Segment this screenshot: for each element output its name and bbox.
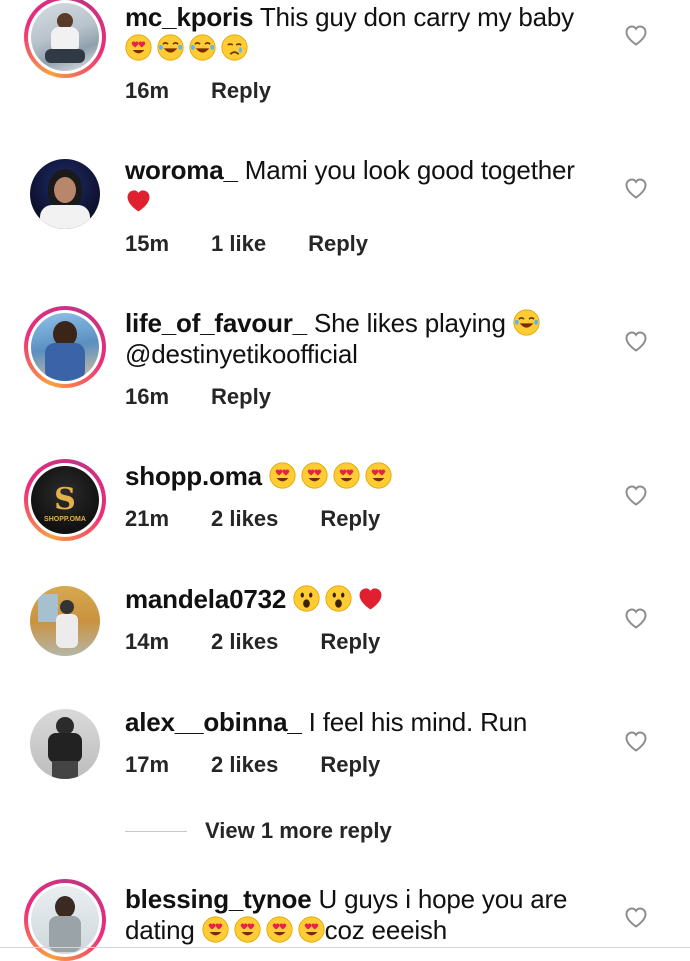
comment-meta: 14m 2 likes Reply: [125, 629, 422, 655]
heart-outline-icon[interactable]: [624, 24, 648, 46]
reply-button[interactable]: Reply: [320, 506, 380, 532]
comment-body: This guy don carry my baby: [259, 2, 574, 32]
likes-count[interactable]: 2 likes: [211, 506, 278, 532]
username[interactable]: woroma_: [125, 155, 238, 185]
tears-of-joy-emoji-icon: [513, 309, 540, 336]
comment-body: I feel his mind. Run: [308, 707, 528, 737]
avatar[interactable]: [24, 879, 106, 961]
tears-of-joy-emoji-icon: [157, 34, 184, 61]
username[interactable]: shopp.oma: [125, 461, 262, 491]
comment-text: life_of_favour_ She likes playing @desti…: [125, 308, 595, 370]
avatar[interactable]: [24, 306, 106, 388]
likes-count[interactable]: 2 likes: [211, 629, 278, 655]
shop-logo-icon: S: [54, 482, 76, 517]
comment-text: mandela0732: [125, 584, 595, 615]
heart-eyes-emoji-icon: [333, 462, 360, 489]
heart-eyes-emoji-icon: [365, 462, 392, 489]
divider-line: [125, 830, 187, 832]
avatar-brand-text: SHOPP.OMA: [44, 516, 86, 523]
bottom-divider: [0, 947, 690, 948]
comment-meta: 16m Reply: [125, 384, 313, 410]
heart-eyes-emoji-icon: [298, 916, 325, 943]
avatar[interactable]: [30, 586, 100, 656]
comment-text: blessing_tynoe U guys i hope you are dat…: [125, 884, 595, 946]
comment-meta: 17m 2 likes Reply: [125, 752, 422, 778]
heart-eyes-emoji-icon: [202, 916, 229, 943]
likes-count[interactable]: 2 likes: [211, 752, 278, 778]
heart-eyes-emoji-icon: [269, 462, 296, 489]
timestamp: 17m: [125, 752, 170, 777]
mention-link[interactable]: @destinyetikoofficial: [125, 339, 358, 369]
reply-button[interactable]: Reply: [211, 78, 271, 104]
comment-meta: 15m 1 like Reply: [125, 231, 410, 257]
timestamp: 16m: [125, 384, 170, 409]
timestamp: 14m: [125, 629, 170, 654]
view-more-replies[interactable]: View 1 more reply: [125, 818, 392, 844]
heart-eyes-emoji-icon: [125, 34, 152, 61]
likes-count[interactable]: 1 like: [211, 231, 266, 257]
reply-button[interactable]: Reply: [320, 629, 380, 655]
comment-body-line2: dating: [125, 915, 195, 945]
avatar[interactable]: [30, 709, 100, 779]
username[interactable]: mc_kporis: [125, 2, 253, 32]
heart-eyes-emoji-icon: [234, 916, 261, 943]
crying-emoji-icon: [221, 34, 248, 61]
comment-text: alex__obinna_ I feel his mind. Run: [125, 707, 595, 738]
username[interactable]: alex__obinna_: [125, 707, 302, 737]
heart-eyes-emoji-icon: [301, 462, 328, 489]
comment-text: shopp.oma: [125, 461, 595, 492]
username[interactable]: mandela0732: [125, 584, 286, 614]
comment-meta: 21m 2 likes Reply: [125, 506, 422, 532]
reply-button[interactable]: Reply: [308, 231, 368, 257]
heart-outline-icon[interactable]: [624, 177, 648, 199]
avatar[interactable]: [30, 159, 100, 229]
reply-button[interactable]: Reply: [211, 384, 271, 410]
avatar[interactable]: [24, 0, 106, 78]
red-heart-emoji-icon: [125, 187, 152, 214]
comment-body: Mami you look good together: [244, 155, 575, 185]
comment-body: U guys i hope you are: [318, 884, 568, 914]
heart-outline-icon[interactable]: [624, 906, 648, 928]
reply-button[interactable]: Reply: [320, 752, 380, 778]
avatar[interactable]: S SHOPP.OMA: [24, 459, 106, 541]
tears-of-joy-emoji-icon: [189, 34, 216, 61]
heart-outline-icon[interactable]: [624, 607, 648, 629]
username[interactable]: life_of_favour_: [125, 308, 307, 338]
comment-meta: 16m Reply: [125, 78, 313, 104]
heart-outline-icon[interactable]: [624, 330, 648, 352]
timestamp: 21m: [125, 506, 170, 531]
heart-outline-icon[interactable]: [624, 730, 648, 752]
timestamp: 15m: [125, 231, 170, 256]
timestamp: 16m: [125, 78, 170, 103]
red-heart-emoji-icon: [357, 585, 384, 612]
astonished-emoji-icon: [293, 585, 320, 612]
view-more-replies-label[interactable]: View 1 more reply: [205, 818, 392, 844]
heart-outline-icon[interactable]: [624, 484, 648, 506]
username[interactable]: blessing_tynoe: [125, 884, 312, 914]
comment-body: She likes playing: [313, 308, 506, 338]
heart-eyes-emoji-icon: [266, 916, 293, 943]
astonished-emoji-icon: [325, 585, 352, 612]
comment-text: woroma_ Mami you look good together: [125, 155, 595, 217]
comment-body-suffix: coz eeeish: [324, 915, 448, 945]
comment-text: mc_kporis This guy don carry my baby: [125, 2, 595, 64]
